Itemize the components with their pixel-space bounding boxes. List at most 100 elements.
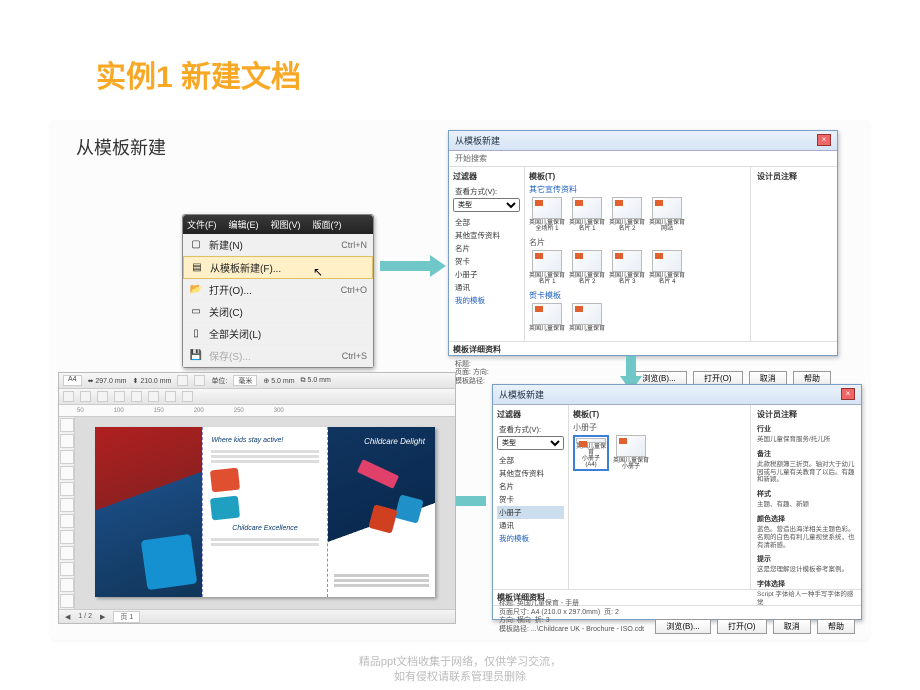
mi-save: 💾保存(S)...Ctrl+S <box>183 345 373 367</box>
page-counter[interactable]: 1 / 2 <box>78 613 92 620</box>
note-txt: 主题、有趣、新颖 <box>757 501 855 509</box>
cat-greet-2[interactable]: 贺卡 <box>497 493 564 506</box>
pick-tool[interactable] <box>60 418 74 432</box>
tpl-thumb[interactable]: 英国儿童保育 名片 1 <box>569 197 605 233</box>
mi-close-all[interactable]: ▯全部关闭(L) <box>183 323 373 345</box>
cat-all-2[interactable]: 全部 <box>497 454 564 467</box>
page-width[interactable]: 297.0 mm <box>95 378 126 385</box>
closeall-icon: ▯ <box>189 328 203 340</box>
notes-panel: 设计员注释 <box>751 167 837 341</box>
template-info: 标题: 页面: 方向: 模板路径: <box>455 361 489 386</box>
tpl-thumb[interactable]: 英国儿童保育 <box>569 303 605 339</box>
tpl-thumb[interactable]: 英国儿童保育 全场所 1 <box>529 197 565 233</box>
footer-disclaimer: 精品ppt文档收集于网络，仅供学习交流， 如有侵权请联系管理员删除 <box>0 655 920 684</box>
mi-open[interactable]: 📂打开(O)...Ctrl+O <box>183 279 373 301</box>
panel-heading: Where kids stay active! <box>211 437 318 444</box>
cat-brochure[interactable]: 小册子 <box>453 268 520 281</box>
fill-tool[interactable] <box>60 594 74 608</box>
filter-panel-2: 过滤器 查看方式(V): 类型 全部 其他宣传资料 名片 贺卡 小册子 通讯 我… <box>493 405 569 589</box>
tpl-thumb[interactable]: 英国儿童保育 名片 3 <box>609 250 645 286</box>
cancel-button[interactable]: 取消 <box>773 619 811 634</box>
cat-card-2[interactable]: 名片 <box>497 480 564 493</box>
close-button[interactable]: × <box>841 388 855 400</box>
my-templates-2[interactable]: 我的模板 <box>497 532 564 545</box>
mi-new-template[interactable]: ▤ 从模板新建(F)... <box>183 256 373 279</box>
mi-open-short: Ctrl+O <box>341 285 367 295</box>
ellipse-tool[interactable] <box>60 514 74 528</box>
crop-tool[interactable] <box>60 450 74 464</box>
rect-tool[interactable] <box>60 498 74 512</box>
portrait-icon[interactable] <box>177 375 188 386</box>
tool-btn[interactable] <box>80 391 91 402</box>
brochure-logo: Childcare Delight <box>364 437 425 446</box>
cat-news-2[interactable]: 通讯 <box>497 519 564 532</box>
template-list: 模板(T) 其它宣传资料 英国儿童保育 全场所 1 英国儿童保育 名片 1 英国… <box>525 167 751 341</box>
menu-file[interactable]: 文件(F) <box>187 218 217 231</box>
menu-edit[interactable]: 编辑(E) <box>229 218 259 231</box>
browse-button[interactable]: 浏览(B)... <box>655 619 710 634</box>
view-select[interactable]: 类型 <box>453 198 520 212</box>
unit-select[interactable]: 毫米 <box>233 375 257 386</box>
zoom-tool[interactable] <box>60 466 74 480</box>
mi-save-label: 保存(S)... <box>209 348 251 363</box>
thumb-cap: 英国儿童保育 名片 1 <box>569 220 605 232</box>
filter-panel: 过滤器 查看方式(V): 类型 全部 其他宣传资料 名片 贺卡 小册子 通讯 我… <box>449 167 525 341</box>
mi-save-short: Ctrl+S <box>342 351 367 361</box>
tool-btn[interactable] <box>182 391 193 402</box>
unit-label: 单位: <box>211 376 227 386</box>
tpl-thumb[interactable]: 英国儿童保育 <box>529 303 565 339</box>
close-button[interactable]: × <box>817 134 831 146</box>
tpl-thumb[interactable]: 英国儿童保育 名片 2 <box>569 250 605 286</box>
mi-tpl-label: 从模板新建(F)... <box>210 260 281 275</box>
shape-tool[interactable] <box>60 434 74 448</box>
polygon-tool[interactable] <box>60 530 74 544</box>
tool-btn[interactable] <box>148 391 159 402</box>
note-hd: 行业 <box>757 424 855 434</box>
tpl-thumb[interactable]: 英国儿童保育 名片 1 <box>529 250 565 286</box>
tpl-thumb[interactable]: 英国儿童保育 名片 4 <box>649 250 685 286</box>
tool-btn[interactable] <box>97 391 108 402</box>
cat-card[interactable]: 名片 <box>453 242 520 255</box>
status-bar: ◀1 / 2▶ 页 1 <box>59 609 455 623</box>
page-height[interactable]: 210.0 mm <box>140 378 171 385</box>
cat-other-2[interactable]: 其他宣传资料 <box>497 467 564 480</box>
text-tool[interactable] <box>60 546 74 560</box>
cat-other[interactable]: 其他宣传资料 <box>453 229 520 242</box>
tpl-thumb-selected[interactable]: 英国儿童保育小册子(A4) <box>573 435 609 471</box>
eyedrop-tool[interactable] <box>60 578 74 592</box>
menu-layout[interactable]: 版面(?) <box>313 218 342 231</box>
cat-brochure-2[interactable]: 小册子 <box>497 506 564 519</box>
tpl-thumb[interactable]: 英国儿童保育 网站 <box>649 197 685 233</box>
view-select-2[interactable]: 类型 <box>497 436 564 450</box>
template-icon: ▤ <box>190 262 204 274</box>
tool-btn[interactable] <box>63 391 74 402</box>
tool-btn[interactable] <box>165 391 176 402</box>
paper-select[interactable]: A4 <box>63 375 82 386</box>
landscape-icon[interactable] <box>194 375 205 386</box>
cat-greet[interactable]: 贺卡 <box>453 255 520 268</box>
dup-val[interactable]: 5.0 mm <box>308 377 331 384</box>
note-hd: 提示 <box>757 554 855 564</box>
my-templates[interactable]: 我的模板 <box>453 294 520 307</box>
page-tab[interactable]: 页 1 <box>113 611 140 623</box>
blend-tool[interactable] <box>60 562 74 576</box>
canvas[interactable]: Where kids stay active! Childcare Excell… <box>75 417 455 609</box>
nudge-val[interactable]: 5.0 mm <box>271 378 294 385</box>
note-txt: 这是您理解设计模板参考案例。 <box>757 566 855 574</box>
dialog2-title: 从模板新建 <box>499 388 544 401</box>
menu-view[interactable]: 视图(V) <box>271 218 301 231</box>
panel-2: Where kids stay active! Childcare Excell… <box>203 427 326 597</box>
help-button[interactable]: 帮助 <box>817 619 855 634</box>
freehand-tool[interactable] <box>60 482 74 496</box>
cat-news[interactable]: 通讯 <box>453 281 520 294</box>
cat-all[interactable]: 全部 <box>453 216 520 229</box>
thumb-cap: 英国儿童保育小册子(A4) <box>576 444 606 468</box>
tpl-thumb[interactable]: 英国儿童保育小册子 <box>613 435 649 471</box>
cursor-icon: ↖ <box>313 265 323 279</box>
tpl-thumb[interactable]: 英国儿童保育 名片 2 <box>609 197 645 233</box>
mi-close[interactable]: ▭关闭(C) <box>183 301 373 323</box>
mi-new[interactable]: ▢新建(N)Ctrl+N <box>183 234 373 256</box>
open-button[interactable]: 打开(O) <box>717 619 767 634</box>
tool-btn[interactable] <box>114 391 125 402</box>
tool-btn[interactable] <box>131 391 142 402</box>
